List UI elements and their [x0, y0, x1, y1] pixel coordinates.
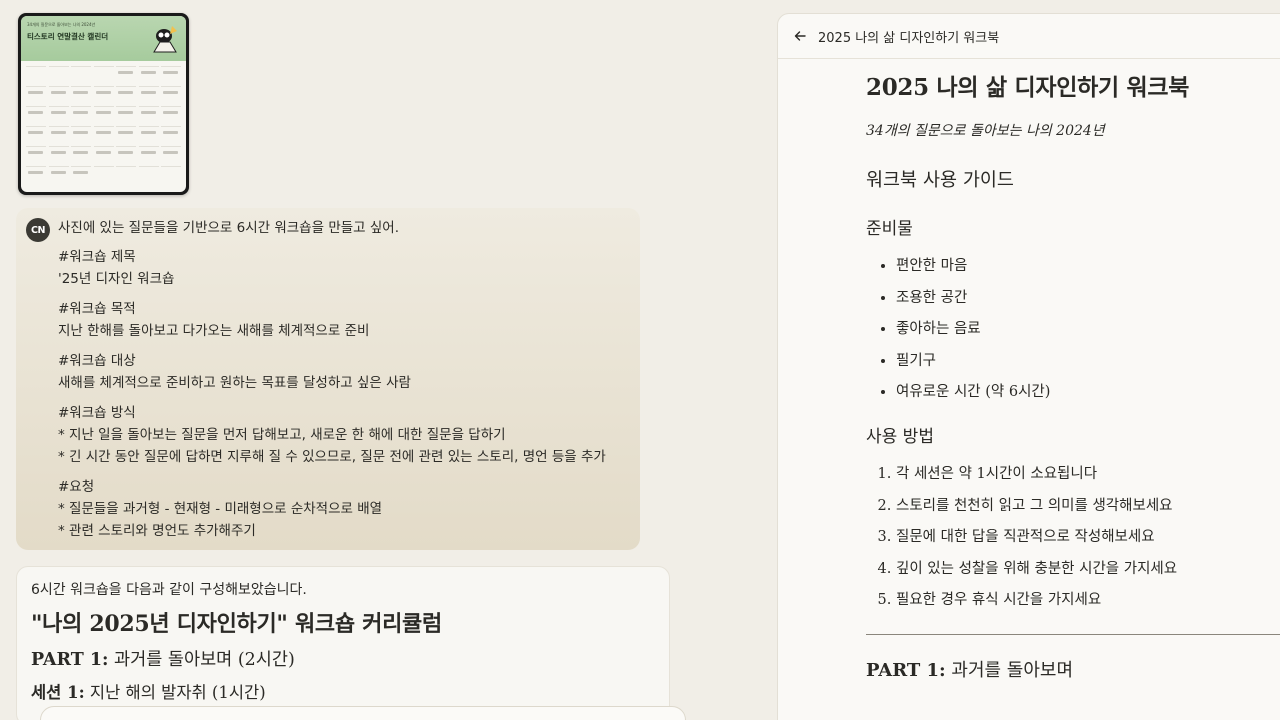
- user-message-block-method: #워크숍 방식 * 지난 일을 돌아보는 질문을 먼저 답해보고, 새로운 한 …: [58, 402, 626, 468]
- session-prefix: 세션 1:: [31, 683, 85, 702]
- list-item: 필요한 경우 휴식 시간을 가지세요: [896, 590, 1280, 610]
- part-heading: PART 1: 과거를 돌아보며 (2시간): [31, 647, 655, 673]
- block-line: * 지난 일을 돌아보는 질문을 먼저 답해보고, 새로운 한 해에 대한 질문…: [58, 427, 506, 443]
- block-heading: #워크숍 목적: [58, 301, 136, 317]
- materials-list: 편안한 마음 조용한 공간 좋아하는 음료 필기구 여유로운 시간 (약 6시간…: [866, 256, 1280, 402]
- artifact-document: 2025 나의 삶 디자인하기 워크북 34개의 질문으로 돌아보는 나의 20…: [866, 70, 1280, 684]
- block-heading: #워크숍 방식: [58, 405, 136, 421]
- calendar-image-header: 34개의 질문으로 돌아보는 나의 2024년 티스토리 연말결산 캘린더: [21, 16, 186, 61]
- part-text: 과거를 돌아보며: [945, 660, 1074, 681]
- back-button[interactable]: [792, 28, 808, 44]
- list-item: 편안한 마음: [896, 256, 1280, 276]
- block-heading: #워크숍 대상: [58, 353, 136, 369]
- guide-heading: 워크북 사용 가이드: [866, 170, 1014, 191]
- list-item: 각 세션은 약 1시간이 소요됩니다: [896, 464, 1280, 484]
- method-heading: 사용 방법: [866, 427, 934, 447]
- part-prefix: PART 1:: [866, 660, 946, 681]
- list-item: 스토리를 천천히 읽고 그 의미를 생각해보세요: [896, 496, 1280, 516]
- list-item: 조용한 공간: [896, 288, 1280, 308]
- user-message-block-audience: #워크숍 대상 새해를 체계적으로 준비하고 원하는 목표를 달성하고 싶은 사…: [58, 350, 626, 394]
- block-heading: #요청: [58, 479, 95, 495]
- user-message-block-title: #워크숍 제목 '25년 디자인 워크숍: [58, 246, 626, 290]
- part-prefix: PART 1:: [31, 650, 109, 670]
- block-heading: #워크숍 제목: [58, 249, 136, 265]
- document-title: 2025 나의 삶 디자인하기 워크북: [866, 74, 1190, 101]
- character-illustration-icon: [153, 26, 177, 53]
- session-heading: 세션 1: 지난 해의 발자취 (1시간): [31, 681, 655, 705]
- block-line: '25년 디자인 워크숍: [58, 271, 175, 287]
- list-item: 좋아하는 음료: [896, 319, 1280, 339]
- block-line: * 질문들을 과거형 - 현재형 - 미래형으로 순차적으로 배열: [58, 501, 383, 517]
- block-line: 지난 한해를 돌아보고 다가오는 새해를 체계적으로 준비: [58, 323, 370, 339]
- user-message-intro: 사진에 있는 질문들을 기반으로 6시간 워크숍을 만들고 싶어.: [58, 220, 399, 236]
- materials-heading: 준비물: [866, 219, 913, 239]
- divider: [866, 634, 1280, 635]
- assistant-lead-text: 6시간 워크숍을 다음과 같이 구성해보았습니다.: [31, 582, 307, 598]
- part-text: 과거를 돌아보며 (2시간): [108, 650, 295, 670]
- arrow-left-icon: [794, 31, 806, 41]
- user-avatar: CN: [26, 218, 50, 242]
- user-message: CN 사진에 있는 질문들을 기반으로 6시간 워크숍을 만들고 싶어. #워크…: [16, 208, 640, 550]
- block-line: * 긴 시간 동안 질문에 답하면 지루해 질 수 있으므로, 질문 전에 관련…: [58, 449, 606, 465]
- attached-image-thumbnail[interactable]: 34개의 질문으로 돌아보는 나의 2024년 티스토리 연말결산 캘린더: [18, 13, 189, 195]
- list-item: 깊이 있는 성찰을 위해 충분한 시간을 가지세요: [896, 559, 1280, 579]
- assistant-message: 6시간 워크숍을 다음과 같이 구성해보았습니다. "나의 2025년 디자인하…: [16, 566, 670, 720]
- artifact-panel: 2025 나의 삶 디자인하기 워크북 2025 나의 삶 디자인하기 워크북 …: [777, 13, 1280, 720]
- document-subtitle: 34개의 질문으로 돌아보는 나의 2024년: [866, 123, 1105, 139]
- list-item: 질문에 대한 답을 직관적으로 작성해보세요: [896, 527, 1280, 547]
- user-message-block-request: #요청 * 질문들을 과거형 - 현재형 - 미래형으로 순차적으로 배열 * …: [58, 476, 626, 542]
- block-line: * 관련 스토리와 명언도 추가해주기: [58, 523, 256, 539]
- document-part-heading: PART 1: 과거를 돌아보며: [866, 658, 1280, 684]
- calendar-image: 34개의 질문으로 돌아보는 나의 2024년 티스토리 연말결산 캘린더: [21, 16, 186, 192]
- message-composer[interactable]: [40, 706, 686, 720]
- artifact-header: 2025 나의 삶 디자인하기 워크북: [778, 14, 1280, 59]
- user-message-block-purpose: #워크숍 목적 지난 한해를 돌아보고 다가오는 새해를 체계적으로 준비: [58, 298, 626, 342]
- session-text: 지난 해의 발자취 (1시간): [84, 683, 266, 702]
- list-item: 필기구: [896, 351, 1280, 371]
- list-item: 여유로운 시간 (약 6시간): [896, 382, 1280, 402]
- method-list: 각 세션은 약 1시간이 소요됩니다 스토리를 천천히 읽고 그 의미를 생각해…: [866, 464, 1280, 610]
- calendar-grid: [26, 66, 181, 184]
- artifact-header-title: 2025 나의 삶 디자인하기 워크북: [818, 30, 1000, 46]
- curriculum-heading: "나의 2025년 디자인하기" 워크숍 커리큘럼: [31, 611, 442, 637]
- block-line: 새해를 체계적으로 준비하고 원하는 목표를 달성하고 싶은 사람: [58, 375, 411, 391]
